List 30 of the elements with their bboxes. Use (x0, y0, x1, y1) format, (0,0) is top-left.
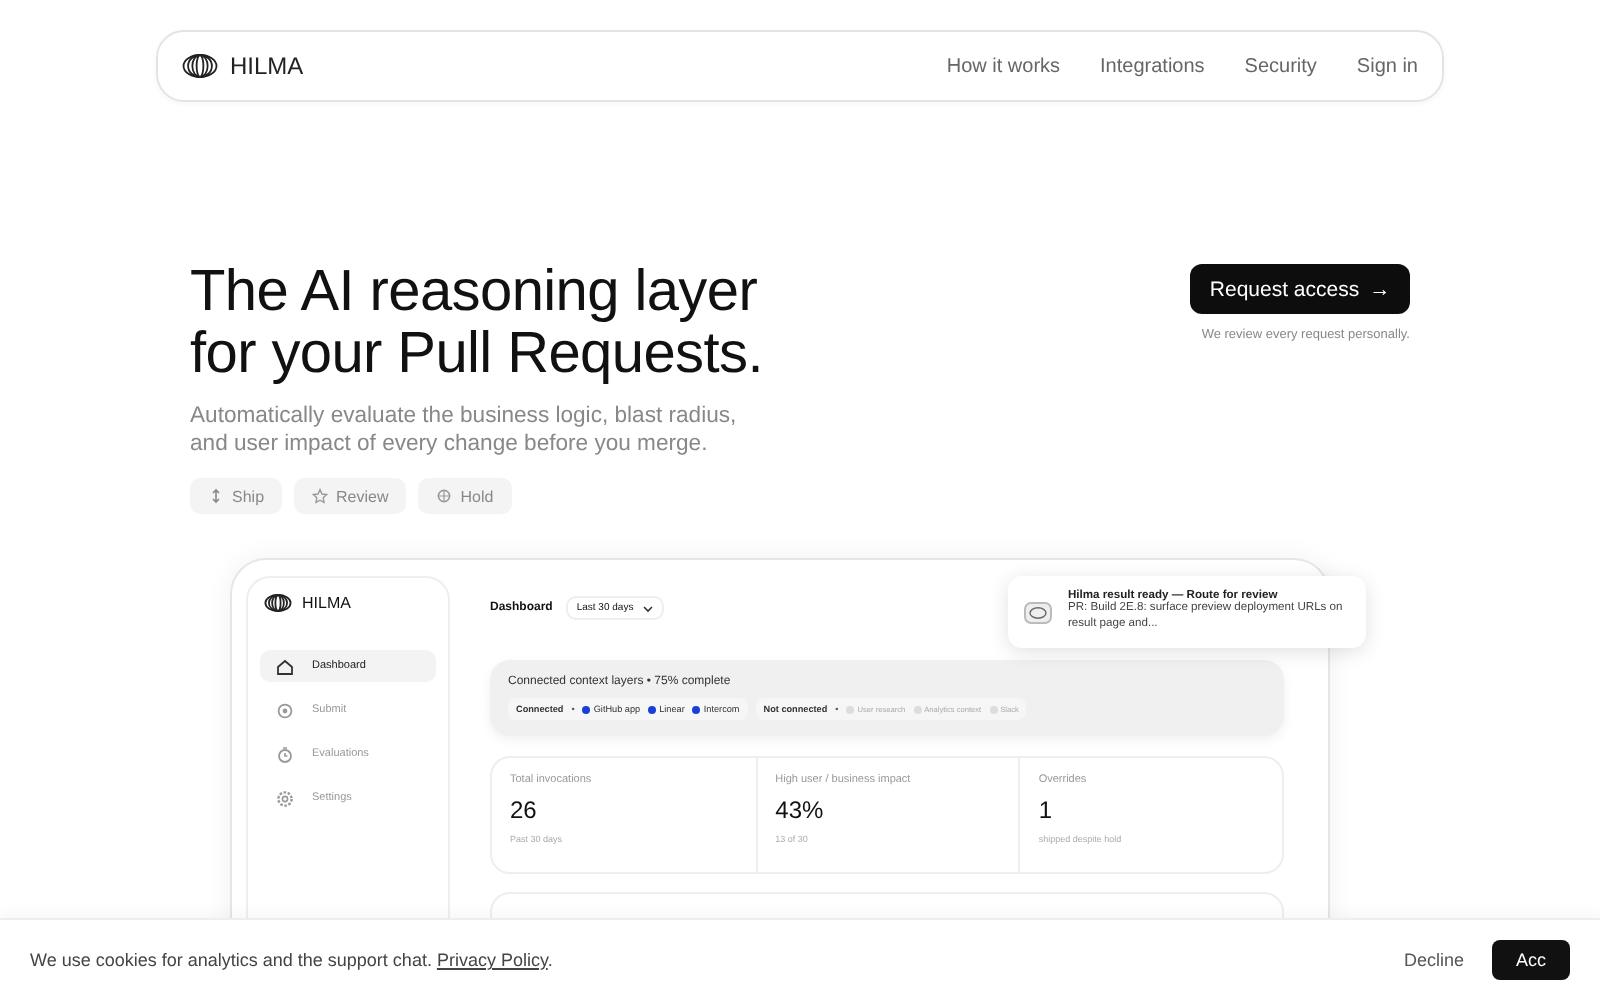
hero-title: The AI reasoning layer for your Pull Requests. (190, 262, 765, 386)
status-chip: Hold (418, 478, 512, 514)
nav-link[interactable]: Sign in (1356, 55, 1418, 77)
logo-icon (182, 54, 218, 78)
privacy-policy-link[interactable]: Privacy Policy (436, 950, 548, 970)
logo-icon (1024, 601, 1052, 623)
hero-subtitle: Automatically evaluate the business logic, blast radius, and user impact of every change before you merge. (190, 402, 739, 458)
settings-icon (276, 789, 294, 807)
chevron-down-icon (641, 603, 654, 613)
target-icon (276, 701, 294, 719)
stat-value: 1 (1038, 796, 1055, 824)
nav-link[interactable]: Security (1244, 55, 1317, 77)
nav-link[interactable]: Integrations (1100, 55, 1205, 77)
stat-value: 43% (775, 796, 826, 824)
brand-name: HILMA (230, 52, 304, 80)
request-access-button[interactable]: Request access → (1190, 264, 1410, 314)
nav-link[interactable]: How it works (946, 55, 1061, 77)
hold-icon (436, 488, 453, 504)
cookie-message: We use cookies for analytics and the support chat. Privacy Policy. (30, 950, 553, 970)
home-icon (276, 657, 294, 675)
status-chip: Review (294, 478, 407, 514)
stat-value: 26 (510, 796, 539, 824)
brand-name: HILMA (302, 594, 351, 612)
accept-button[interactable]: Acc (1491, 940, 1570, 980)
review-icon (312, 488, 329, 504)
decline-button[interactable]: Decline (1403, 950, 1464, 970)
ship-icon (208, 488, 224, 504)
status-chip: Ship (190, 478, 283, 514)
timer-icon (276, 745, 294, 763)
logo-icon (264, 594, 292, 612)
